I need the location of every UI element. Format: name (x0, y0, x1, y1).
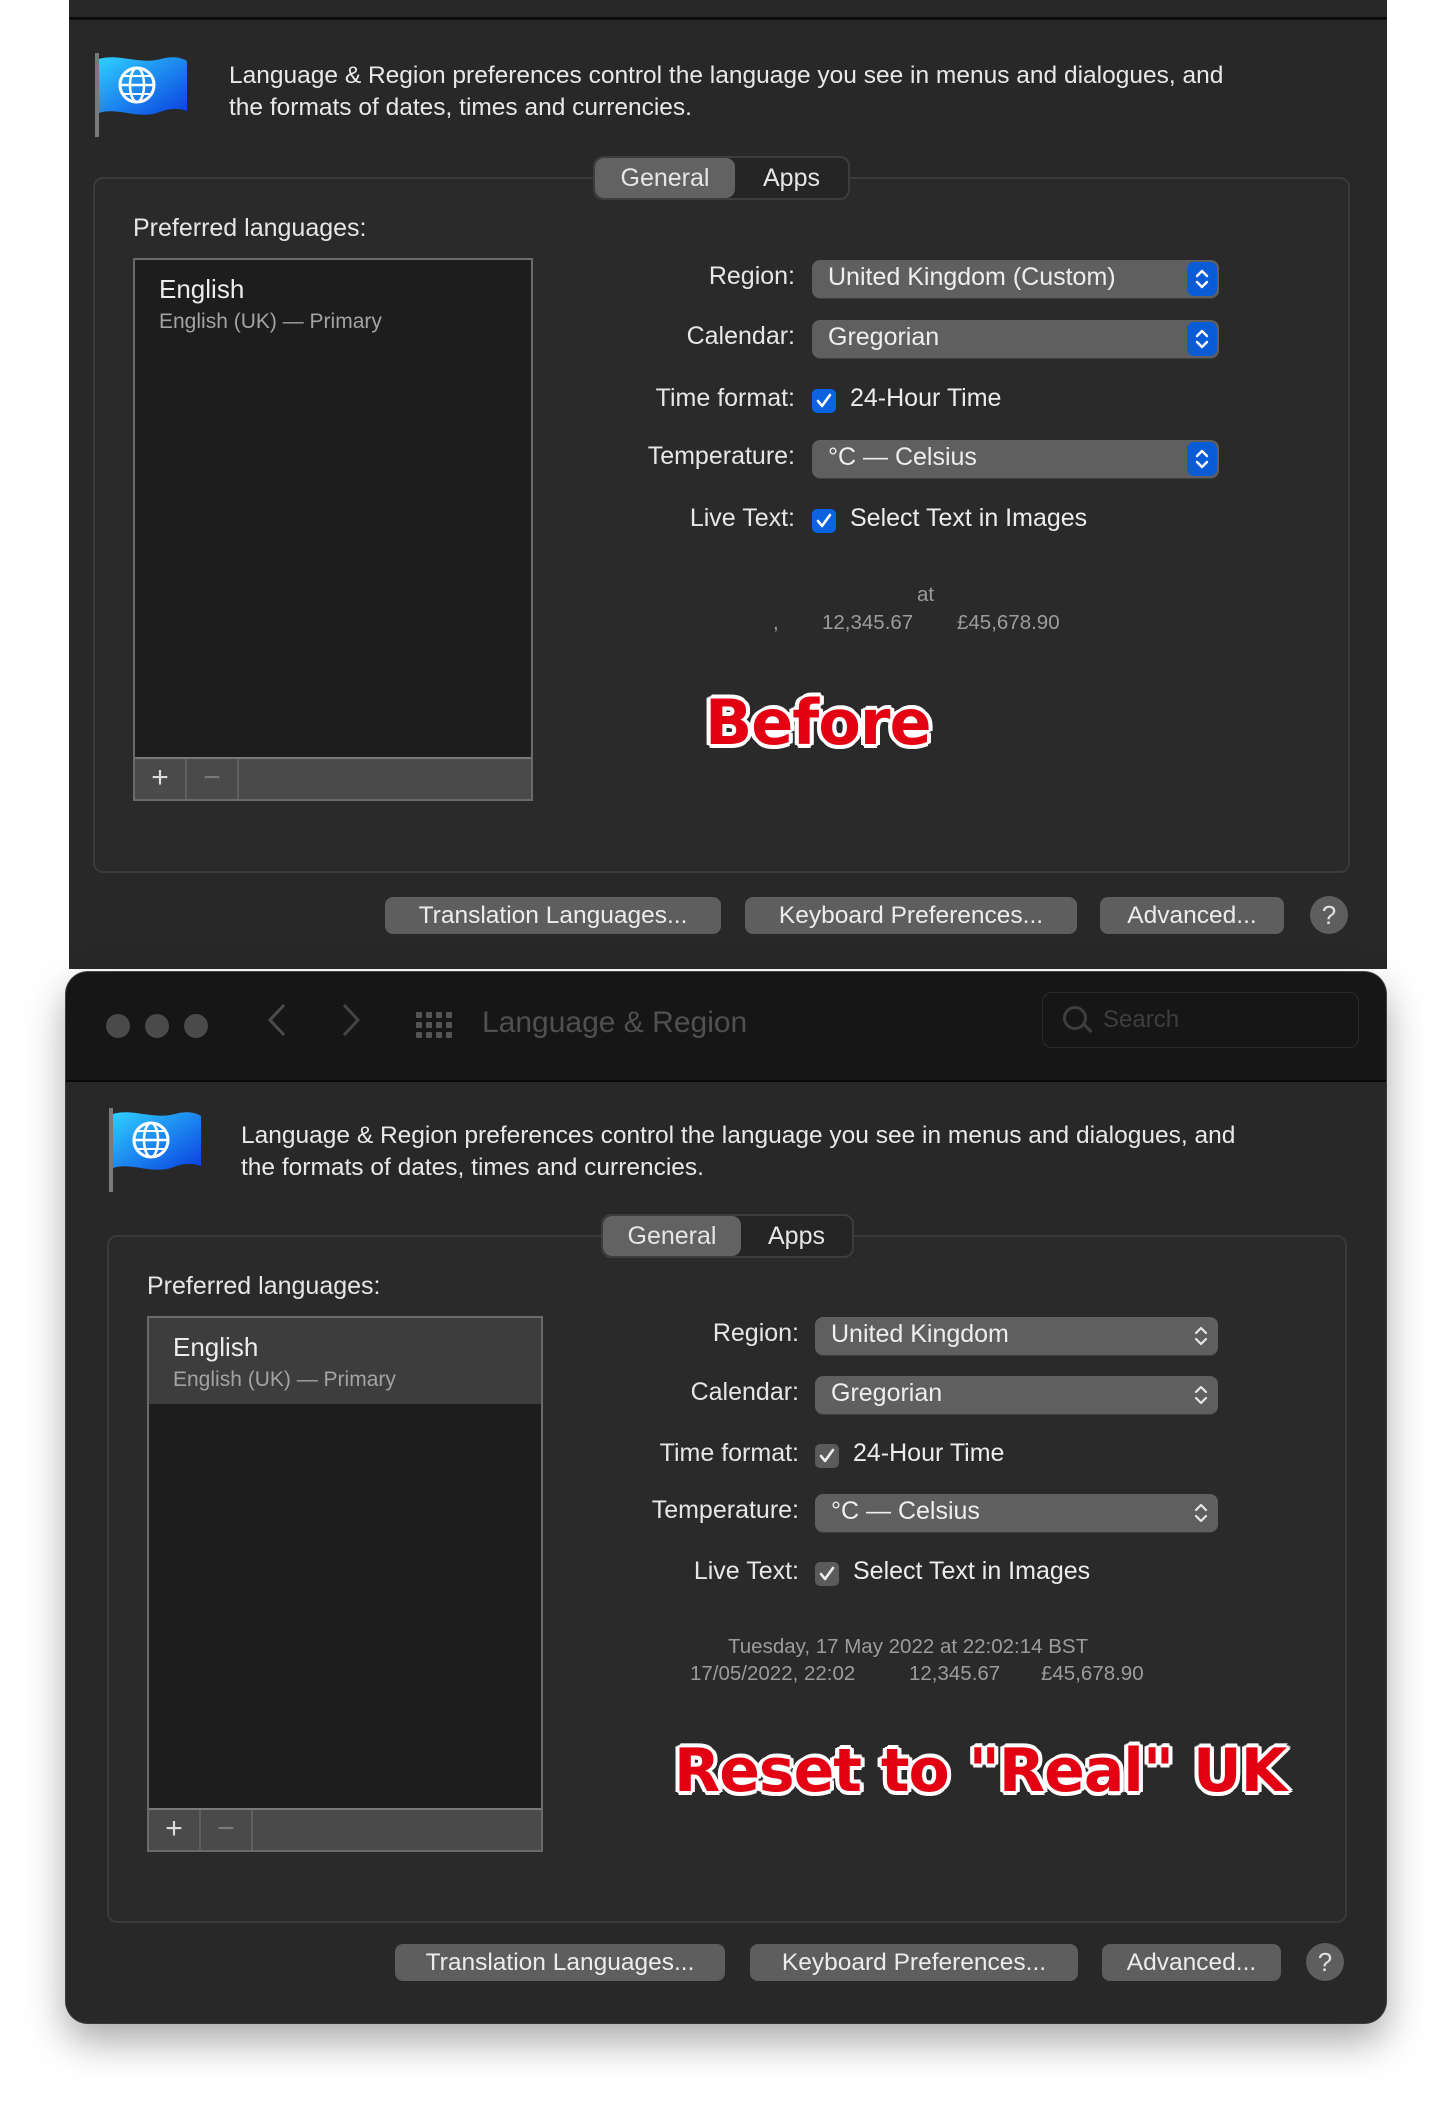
time-format-checkbox[interactable] (815, 1444, 839, 1468)
time-format-checkbox[interactable] (812, 389, 836, 413)
chevron-right-icon (342, 1003, 361, 1037)
tab-bar: General Apps (601, 1214, 854, 1258)
keyboard-preferences-button[interactable]: Keyboard Preferences... (750, 1944, 1078, 1981)
list-footer: + − (135, 757, 531, 799)
remove-language-button[interactable]: − (187, 759, 239, 799)
live-text-option[interactable]: Select Text in Images (850, 504, 1087, 533)
preview-currency: £45,678.90 (1041, 1662, 1144, 1685)
intro-line-1: Language & Region preferences control th… (229, 62, 1224, 89)
search-field[interactable]: Search (1042, 992, 1359, 1048)
live-text-checkbox[interactable] (812, 509, 836, 533)
minimize-window-button[interactable] (145, 1014, 169, 1038)
search-placeholder: Search (1103, 1006, 1180, 1033)
region-value: United Kingdom (Custom) (828, 263, 1116, 291)
region-popup[interactable]: United Kingdom (Custom) (812, 260, 1219, 298)
language-item-title[interactable]: English (159, 274, 244, 305)
time-format-label: Time format: (655, 384, 795, 412)
preview-short-date: , (773, 611, 779, 634)
chevron-left-icon (267, 1003, 286, 1037)
window-titlebar: Language & Region Search (66, 972, 1386, 1082)
preview-number: 12,345.67 (909, 1662, 1001, 1685)
time-format-label: Time format: (659, 1439, 799, 1467)
preferred-languages-list[interactable]: English English (UK) — Primary + − (133, 258, 533, 801)
region-label: Region: (708, 262, 795, 290)
translation-languages-button[interactable]: Translation Languages... (385, 897, 721, 934)
calendar-value: Gregorian (828, 323, 940, 351)
before-annotation: Before (705, 686, 932, 759)
intro-line-1: Language & Region preferences control th… (241, 1122, 1236, 1149)
keyboard-preferences-button[interactable]: Keyboard Preferences... (745, 897, 1077, 934)
toolbar-divider (69, 17, 1387, 20)
preview-long-date: at (917, 583, 935, 606)
language-region-flag-icon (109, 1108, 205, 1192)
temperature-popup[interactable]: °C — Celsius (812, 440, 1219, 478)
tab-general[interactable]: General (603, 1216, 741, 1256)
region-value: United Kingdom (831, 1320, 1009, 1348)
intro-text: Language & Region preferences control th… (241, 1120, 1235, 1184)
calendar-popup[interactable]: Gregorian (812, 320, 1219, 358)
intro-text: Language & Region preferences control th… (229, 60, 1223, 124)
temperature-value: °C — Celsius (831, 1497, 980, 1525)
before-window-panel: Language & Region preferences control th… (69, 0, 1387, 969)
temperature-label: Temperature: (651, 1496, 799, 1524)
list-footer: + − (149, 1808, 541, 1850)
calendar-value: Gregorian (831, 1379, 943, 1407)
temperature-label: Temperature: (647, 442, 795, 470)
forward-button[interactable] (340, 1002, 362, 1045)
after-window: Language & Region Search Language & Regi… (66, 972, 1386, 2023)
preview-number: 12,345.67 (822, 611, 914, 634)
region-label: Region: (712, 1319, 799, 1347)
tab-bar: General Apps (593, 156, 850, 200)
time-format-option[interactable]: 24-Hour Time (850, 384, 1001, 413)
popup-stepper-icon (1187, 442, 1217, 476)
preferred-languages-label: Preferred languages: (147, 1272, 381, 1300)
tab-apps[interactable]: Apps (735, 158, 848, 198)
search-icon (1063, 1006, 1087, 1030)
preview-long-date: Tuesday, 17 May 2022 at 22:02:14 BST (728, 1635, 1089, 1658)
time-format-option[interactable]: 24-Hour Time (853, 1439, 1004, 1468)
popup-stepper-icon (1187, 322, 1217, 356)
tab-apps[interactable]: Apps (741, 1216, 852, 1256)
language-item-subtitle: English (UK) — Primary (159, 310, 382, 333)
live-text-checkbox[interactable] (815, 1562, 839, 1586)
temperature-popup[interactable]: °C — Celsius (815, 1494, 1218, 1532)
popup-stepper-icon (1186, 1496, 1216, 1530)
preferred-languages-label: Preferred languages: (133, 214, 367, 242)
advanced-button[interactable]: Advanced... (1100, 897, 1284, 934)
live-text-label: Live Text: (689, 504, 795, 532)
close-window-button[interactable] (106, 1014, 130, 1038)
temperature-value: °C — Celsius (828, 443, 977, 471)
reset-annotation: Reset to "Real" UK (674, 1736, 1287, 1806)
add-language-button[interactable]: + (149, 1810, 201, 1850)
add-language-button[interactable]: + (135, 759, 187, 799)
calendar-popup[interactable]: Gregorian (815, 1376, 1218, 1414)
translation-languages-button[interactable]: Translation Languages... (395, 1944, 725, 1981)
intro-line-2: the formats of dates, times and currenci… (241, 1154, 704, 1181)
preferred-languages-list[interactable]: English English (UK) — Primary + − (147, 1316, 543, 1852)
live-text-label: Live Text: (693, 1557, 799, 1585)
back-button[interactable] (266, 1002, 288, 1045)
remove-language-button[interactable]: − (201, 1810, 253, 1850)
calendar-label: Calendar: (686, 322, 795, 350)
language-item-subtitle: English (UK) — Primary (173, 1368, 396, 1391)
help-button[interactable]: ? (1310, 896, 1348, 934)
language-region-flag-icon (95, 53, 191, 137)
show-all-grid-icon[interactable] (416, 1012, 452, 1042)
calendar-label: Calendar: (690, 1378, 799, 1406)
zoom-window-button[interactable] (184, 1014, 208, 1038)
advanced-button[interactable]: Advanced... (1102, 1944, 1281, 1981)
window-title: Language & Region (482, 1006, 748, 1039)
popup-stepper-icon (1187, 262, 1217, 296)
help-button[interactable]: ? (1306, 1943, 1344, 1981)
tab-general[interactable]: General (595, 158, 735, 198)
language-item-title[interactable]: English (173, 1332, 258, 1363)
preview-short-date: 17/05/2022, 22:02 (690, 1662, 856, 1685)
region-popup[interactable]: United Kingdom (815, 1317, 1218, 1355)
popup-stepper-icon (1186, 1319, 1216, 1353)
preview-currency: £45,678.90 (957, 611, 1060, 634)
live-text-option[interactable]: Select Text in Images (853, 1557, 1090, 1586)
intro-line-2: the formats of dates, times and currenci… (229, 94, 692, 121)
popup-stepper-icon (1186, 1378, 1216, 1412)
